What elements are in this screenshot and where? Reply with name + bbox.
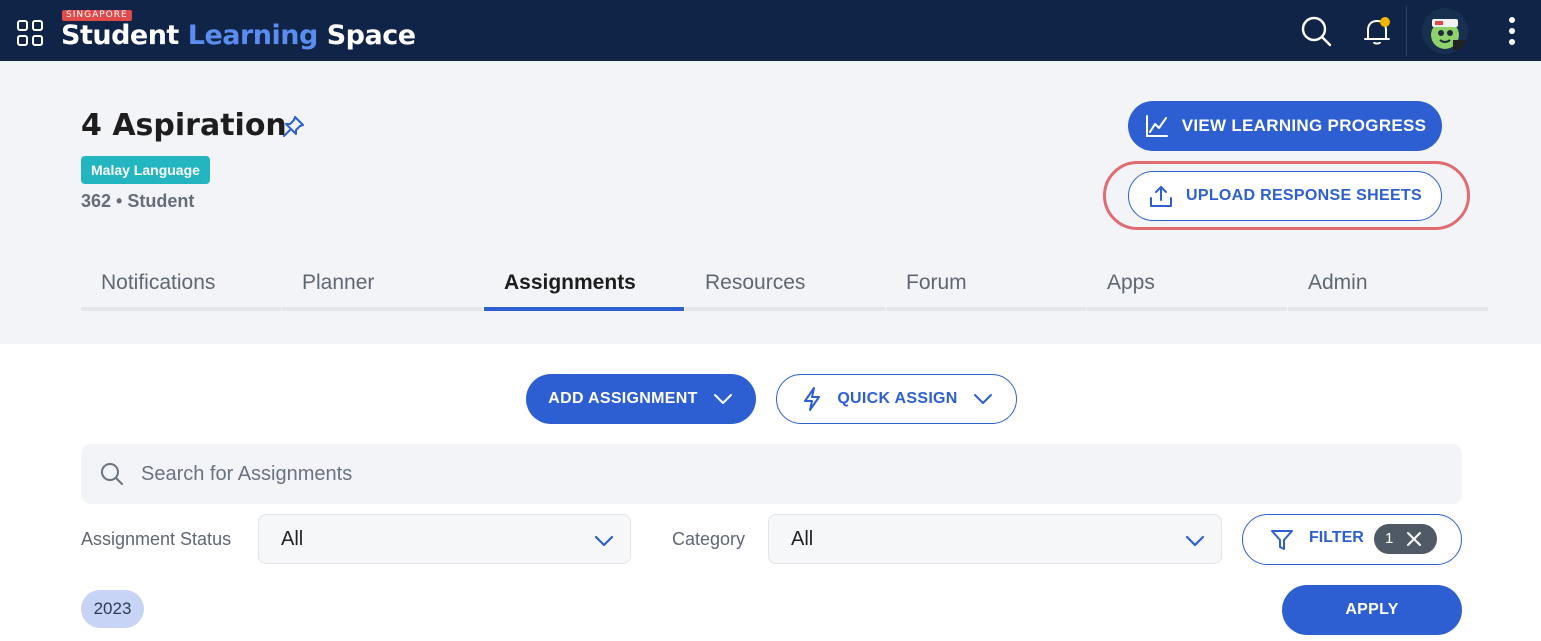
tab-underline [282,307,482,311]
add-assignment-label: ADD ASSIGNMENT [548,390,698,407]
tab-apps[interactable]: Apps [1087,261,1287,311]
class-member-count: 362 • Student [81,191,195,211]
upload-icon [1150,186,1172,207]
filter-button[interactable]: FILTER 1 [1242,514,1462,565]
assignment-status-value: All [281,528,304,550]
assignment-status-select[interactable]: All [258,514,631,564]
year-chip[interactable]: 2023 [81,590,144,628]
chevron-down-icon [1185,535,1205,547]
class-title: 4 Aspiration [81,108,287,143]
chevron-down-icon [594,535,614,547]
tab-underline [1288,307,1488,311]
divider [1406,6,1407,56]
tab-label: Forum [906,271,967,294]
search-icon [101,463,123,485]
subject-badge: Malay Language [81,156,210,184]
tab-underline [484,307,684,311]
filter-icon [1271,530,1293,550]
tab-assignments[interactable]: Assignments [484,261,684,311]
tab-label: Admin [1308,271,1368,294]
line-chart-icon [1145,115,1168,137]
chevron-down-icon [973,394,992,404]
tab-underline [886,307,1086,311]
chevron-down-icon [713,394,732,404]
class-header: 4 Aspiration Malay Language 362 • Studen… [0,61,1541,344]
tab-underline [685,307,885,311]
apps-grid-icon[interactable] [14,17,46,49]
close-icon[interactable] [1404,529,1424,549]
category-label: Category [672,529,746,549]
tab-notifications[interactable]: Notifications [81,261,281,311]
tab-underline [81,307,281,311]
tab-label: Planner [302,271,375,294]
notification-dot [1380,17,1390,27]
class-tabs: Notifications Planner Assignments Resour… [81,261,1489,311]
pin-icon[interactable] [281,113,307,139]
filter-count-badge: 1 [1374,524,1437,554]
assignment-status-label: Assignment Status [81,529,232,549]
upload-response-sheets-button[interactable]: UPLOAD RESPONSE SHEETS [1128,171,1442,221]
quick-assign-button[interactable]: QUICK ASSIGN [776,374,1017,424]
tab-label: Assignments [504,271,636,294]
avatar[interactable] [1422,8,1468,54]
tab-underline [1087,307,1287,311]
view-learning-progress-button[interactable]: VIEW LEARNING PROGRESS [1128,101,1442,151]
top-navigation-bar: SINGAPORE Student Learning Space [0,0,1541,61]
tab-forum[interactable]: Forum [886,261,1086,311]
category-value: All [791,528,814,550]
tab-planner[interactable]: Planner [282,261,482,311]
search-assignments-box[interactable] [81,444,1462,504]
filter-label: FILTER [1309,529,1364,546]
more-vertical-icon[interactable] [1495,14,1529,48]
tab-label: Apps [1107,271,1155,294]
view-learning-progress-label: VIEW LEARNING PROGRESS [1181,116,1427,135]
bell-icon[interactable] [1360,14,1394,48]
lightning-icon [804,387,821,411]
search-icon[interactable] [1299,14,1333,48]
quick-assign-label: QUICK ASSIGN [837,390,958,407]
logo-text: Student Learning Space [61,20,416,51]
tab-admin[interactable]: Admin [1288,261,1488,311]
tab-label: Notifications [101,271,216,294]
add-assignment-button[interactable]: ADD ASSIGNMENT [526,374,756,424]
tab-resources[interactable]: Resources [685,261,885,311]
search-assignments-input[interactable] [141,444,1441,504]
apply-button[interactable]: APPLY [1282,585,1462,635]
upload-response-sheets-label: UPLOAD RESPONSE SHEETS [1186,187,1422,204]
tab-label: Resources [705,271,806,294]
category-select[interactable]: All [768,514,1222,564]
filter-count: 1 [1385,530,1394,547]
